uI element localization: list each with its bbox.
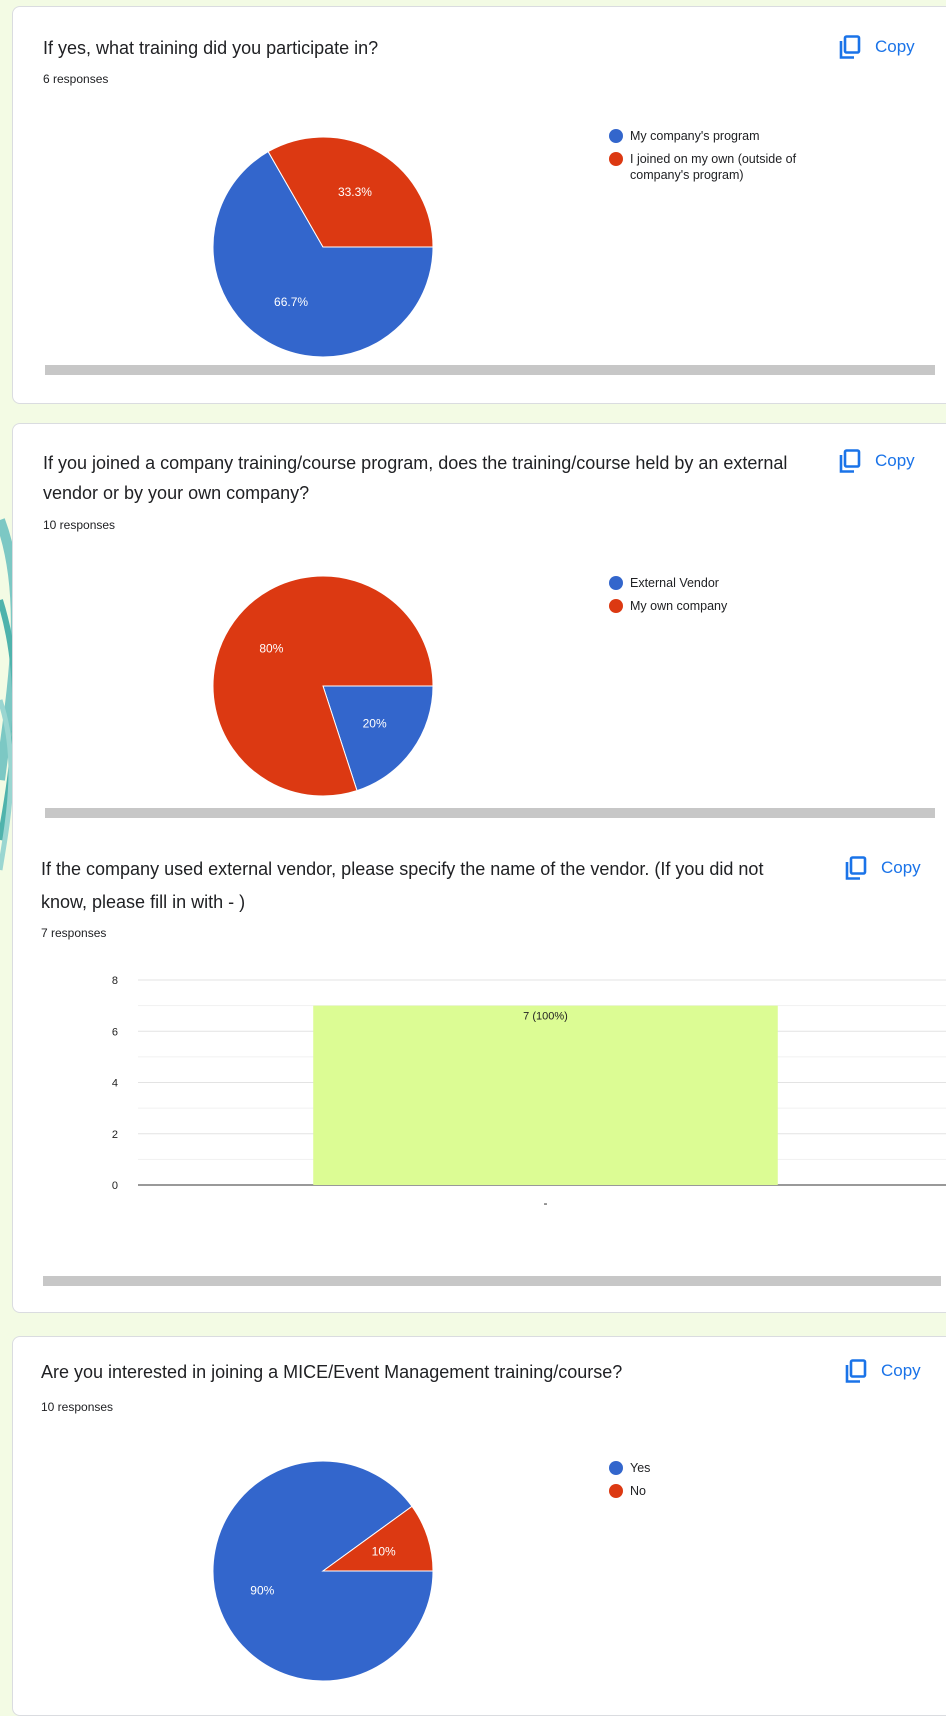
copy-chart-button[interactable]: Copy	[839, 35, 915, 59]
response-count: 6 responses	[43, 72, 109, 86]
bar	[313, 1005, 778, 1185]
question-title: If you joined a company training/course …	[43, 453, 788, 503]
y-tick-label: 4	[112, 1078, 118, 1090]
response-count: 7 responses	[41, 926, 107, 940]
copy-label: Copy	[881, 858, 921, 877]
copy-label: Copy	[881, 1361, 921, 1380]
slice-label: 80%	[259, 641, 283, 655]
y-tick-label: 8	[112, 975, 118, 987]
slice-label: 66.7%	[274, 295, 308, 309]
copy-icon	[845, 1359, 867, 1383]
legend-item: External Vendor	[609, 575, 839, 591]
question-title: Are you interested in joining a MICE/Eve…	[41, 1362, 623, 1382]
legend-item: I joined on my own (outside of company's…	[609, 151, 839, 183]
legend-label: My own company	[630, 599, 728, 613]
copy-chart-button[interactable]: Copy	[845, 1359, 921, 1383]
copy-chart-button[interactable]: Copy	[845, 856, 921, 880]
legend-swatch	[609, 1484, 623, 1498]
copy-icon	[845, 856, 867, 880]
legend-label: I joined on my own (outside of company's…	[630, 152, 797, 182]
copy-label: Copy	[875, 37, 915, 56]
horizontal-scrollbar[interactable]	[45, 808, 935, 818]
pie-chart: 20% 80%	[212, 575, 434, 797]
y-tick-label: 2	[112, 1129, 118, 1141]
legend-swatch	[609, 576, 623, 590]
copy-chart-button[interactable]: Copy	[839, 449, 915, 473]
chart-legend: My company's program I joined on my own (…	[609, 128, 839, 190]
legend-item: My company's program	[609, 128, 839, 144]
horizontal-scrollbar[interactable]	[45, 365, 935, 375]
chart-legend: External Vendor My own company	[609, 575, 839, 621]
question-card: If yes, what training did you participat…	[12, 6, 946, 404]
question-title: If yes, what training did you participat…	[43, 38, 379, 58]
copy-icon	[839, 449, 861, 473]
pie-chart: 66.7% 33.3%	[212, 136, 434, 358]
horizontal-scrollbar[interactable]	[43, 1276, 941, 1286]
y-tick-label: 0	[112, 1180, 118, 1192]
slice-label: 90%	[250, 1584, 274, 1598]
slice-label: 10%	[372, 1544, 396, 1558]
copy-icon	[839, 35, 861, 59]
y-tick-label: 6	[112, 1026, 118, 1038]
bar-chart: 0 2 4 6 8 7 (100%) -	[112, 975, 946, 1210]
slice-label: 33.3%	[338, 185, 372, 199]
slice-label: 20%	[363, 717, 387, 731]
x-tick-label: -	[544, 1196, 548, 1210]
legend-swatch	[609, 152, 623, 166]
response-count: 10 responses	[43, 518, 116, 532]
legend-label: Yes	[630, 1461, 651, 1475]
legend-label: External Vendor	[630, 576, 719, 590]
legend-swatch	[609, 129, 623, 143]
response-count: 10 responses	[41, 1400, 114, 1414]
question-card: If you joined a company training/course …	[12, 423, 946, 1313]
chart-legend: Yes No	[609, 1460, 839, 1506]
legend-item: My own company	[609, 598, 839, 614]
legend-label: No	[630, 1484, 646, 1498]
legend-label: My company's program	[630, 129, 760, 143]
legend-swatch	[609, 599, 623, 613]
bar-data-label: 7 (100%)	[523, 1011, 568, 1023]
copy-label: Copy	[875, 451, 915, 470]
legend-swatch	[609, 1461, 623, 1475]
question-card: Are you interested in joining a MICE/Eve…	[12, 1336, 946, 1716]
pie-chart: 90% 10%	[212, 1460, 434, 1682]
legend-item: Yes	[609, 1460, 839, 1476]
legend-item: No	[609, 1483, 839, 1499]
question-title: If the company used external vendor, ple…	[41, 859, 764, 912]
